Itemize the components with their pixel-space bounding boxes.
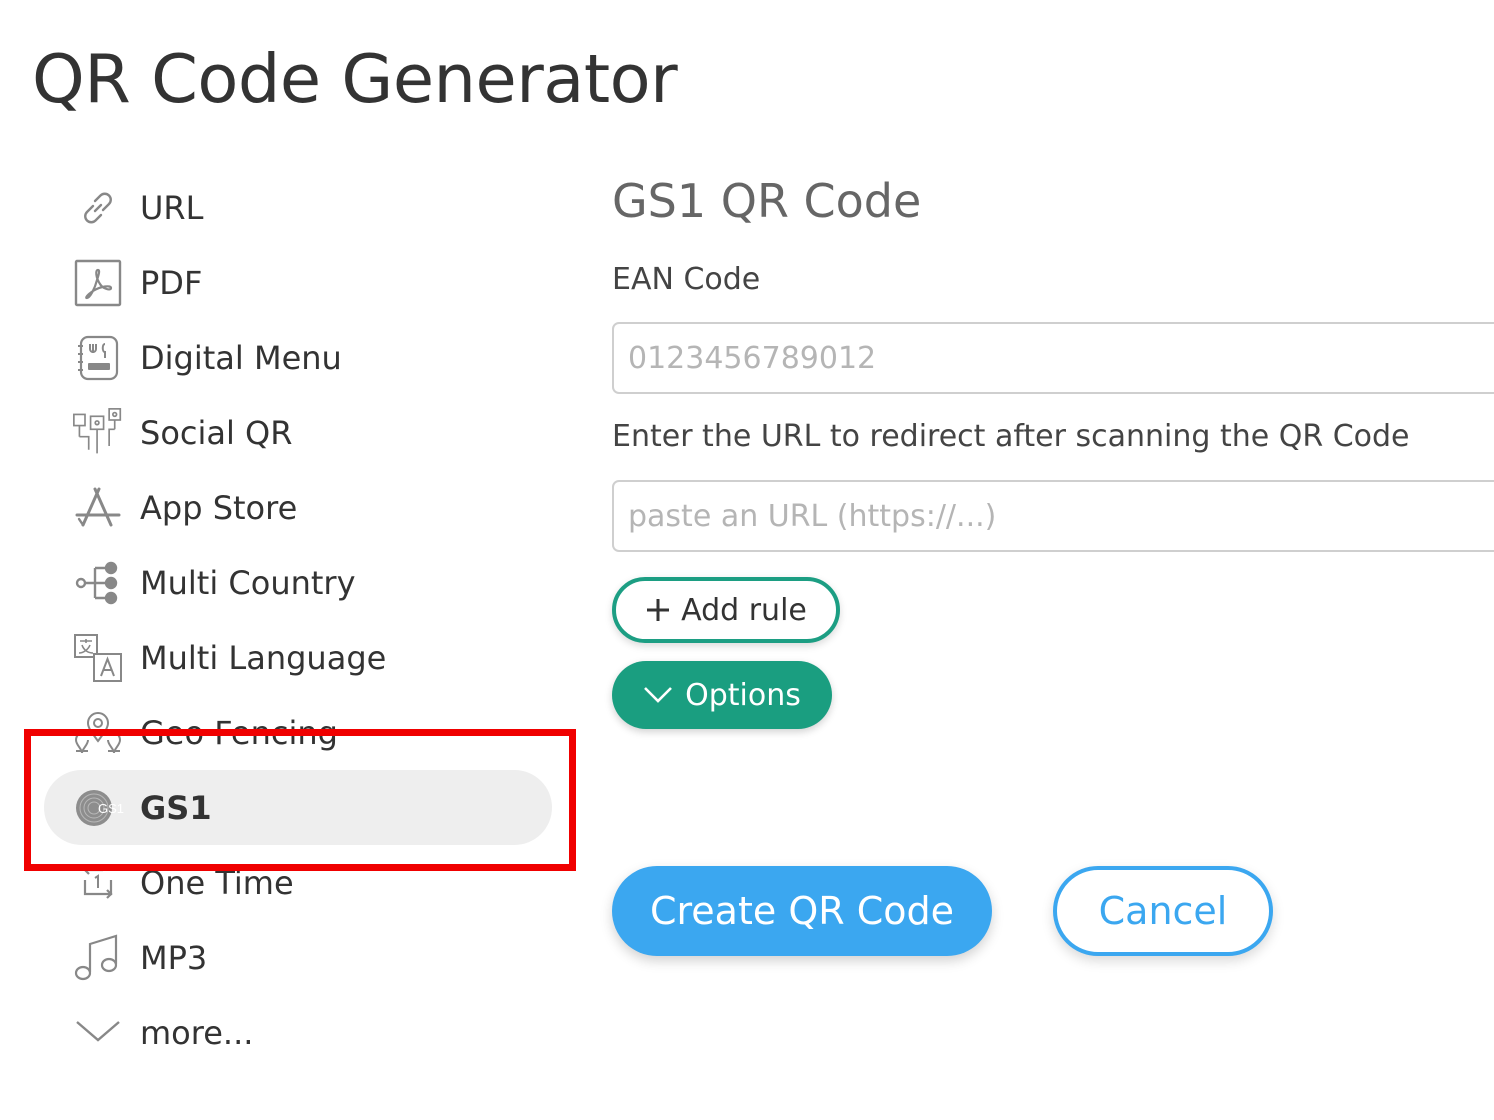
sidebar-item-geo-fencing[interactable]: Geo Fencing [44, 695, 552, 770]
sidebar-item-pdf[interactable]: PDF [44, 245, 552, 320]
one-time-icon [72, 857, 124, 909]
sidebar-item-label: PDF [140, 263, 203, 302]
ean-code-label: EAN Code [612, 262, 761, 297]
sidebar-item-label: URL [140, 188, 204, 227]
qr-type-sidebar: URL PDF Digital Menu Social QR App Store… [44, 170, 552, 1070]
sidebar-item-label: Multi Country [140, 563, 356, 602]
link-icon [72, 182, 124, 234]
redirect-url-label: Enter the URL to redirect after scanning… [612, 419, 1410, 454]
music-note-icon [72, 932, 124, 984]
sidebar-item-app-store[interactable]: App Store [44, 470, 552, 545]
plus-icon [645, 597, 671, 623]
sidebar-item-digital-menu[interactable]: Digital Menu [44, 320, 552, 395]
geo-pin-icon [72, 707, 124, 759]
sidebar-item-label: Geo Fencing [140, 713, 338, 752]
pdf-icon [72, 257, 124, 309]
chevron-down-icon [643, 686, 673, 704]
sidebar-item-multi-country[interactable]: Multi Country [44, 545, 552, 620]
sidebar-item-social-qr[interactable]: Social QR [44, 395, 552, 470]
sidebar-item-url[interactable]: URL [44, 170, 552, 245]
sidebar-item-mp3[interactable]: MP3 [44, 920, 552, 995]
translate-icon [72, 632, 124, 684]
social-icon [72, 407, 124, 459]
multi-country-icon [72, 557, 124, 609]
sidebar-item-label: more... [140, 1013, 254, 1052]
sidebar-more-toggle[interactable]: more... [44, 995, 552, 1070]
form-title: GS1 QR Code [612, 174, 922, 228]
add-rule-label: Add rule [681, 592, 807, 628]
sidebar-item-one-time[interactable]: One Time [44, 845, 552, 920]
sidebar-item-label: App Store [140, 488, 298, 527]
sidebar-item-label: Digital Menu [140, 338, 342, 377]
ean-code-input[interactable] [612, 322, 1494, 394]
gs1-glyph: GS1 [98, 801, 124, 816]
sidebar-item-gs1[interactable]: GS1 GS1 [44, 770, 552, 845]
create-qr-code-button[interactable]: Create QR Code [612, 866, 992, 956]
sidebar-item-label: MP3 [140, 938, 208, 977]
sidebar-item-multi-language[interactable]: Multi Language [44, 620, 552, 695]
sidebar-item-label: GS1 [140, 788, 212, 827]
redirect-url-input[interactable] [612, 480, 1494, 552]
options-label: Options [685, 677, 801, 713]
gs1-icon: GS1 [72, 782, 124, 834]
app-store-icon [72, 482, 124, 534]
cancel-button[interactable]: Cancel [1053, 866, 1273, 956]
menu-icon [72, 332, 124, 384]
sidebar-item-label: One Time [140, 863, 294, 902]
chevron-down-icon [72, 1007, 124, 1059]
add-rule-button[interactable]: Add rule [612, 577, 840, 643]
sidebar-item-label: Social QR [140, 413, 293, 452]
sidebar-item-label: Multi Language [140, 638, 387, 677]
options-button[interactable]: Options [612, 661, 832, 729]
page-title: QR Code Generator [32, 40, 678, 118]
